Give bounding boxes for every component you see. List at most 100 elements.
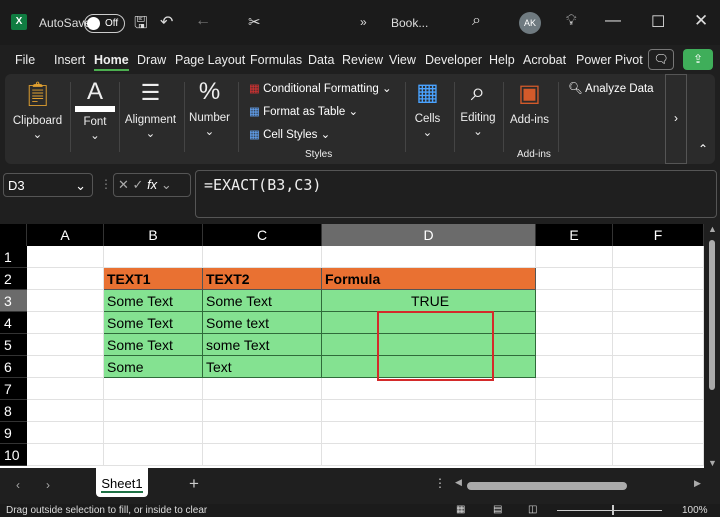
cell-B2[interactable]: TEXT1	[104, 268, 203, 290]
cell-C3[interactable]: Some Text	[203, 290, 322, 312]
number-group[interactable]: % Number ⌄	[187, 78, 232, 138]
page-break-view-icon[interactable]: ◫	[528, 504, 537, 515]
menu-page-layout[interactable]: Page Layout	[175, 53, 245, 67]
menu-insert[interactable]: Insert	[54, 53, 85, 67]
more-commands-icon[interactable]: »	[360, 15, 367, 29]
close-icon[interactable]: ✕	[694, 11, 708, 31]
cell-F9[interactable]	[613, 422, 704, 444]
cell-A2[interactable]	[27, 268, 104, 290]
insert-function-button[interactable]: fx	[147, 177, 157, 192]
menu-file[interactable]: File	[15, 53, 35, 67]
menu-power-pivot[interactable]: Power Pivot	[576, 53, 643, 67]
cell-F7[interactable]	[613, 378, 704, 400]
cell-F8[interactable]	[613, 400, 704, 422]
cell-E3[interactable]	[536, 290, 613, 312]
cell-A6[interactable]	[27, 356, 104, 378]
next-sheet-icon[interactable]: ›	[46, 478, 50, 492]
cell-D2[interactable]: Formula	[322, 268, 536, 290]
menu-draw[interactable]: Draw	[137, 53, 166, 67]
column-header-D[interactable]: D	[322, 224, 536, 246]
cell-F3[interactable]	[613, 290, 704, 312]
menu-data[interactable]: Data	[308, 53, 334, 67]
redo-icon[interactable]: ←	[195, 12, 211, 30]
row-header-3[interactable]: 3	[0, 290, 27, 312]
cell-B3[interactable]: Some Text	[104, 290, 203, 312]
cell-styles-button[interactable]: ▦ Cell Styles ⌄	[249, 127, 330, 141]
cell-C9[interactable]	[203, 422, 322, 444]
cell-D10[interactable]	[322, 444, 536, 466]
menu-view[interactable]: View	[389, 53, 416, 67]
cell-A5[interactable]	[27, 334, 104, 356]
cell-C2[interactable]: TEXT2	[203, 268, 322, 290]
cell-A3[interactable]	[27, 290, 104, 312]
alignment-group[interactable]: ☰ Alignment ⌄	[123, 80, 178, 140]
menu-formulas[interactable]: Formulas	[250, 53, 302, 67]
menu-help[interactable]: Help	[489, 53, 515, 67]
save-icon[interactable]: 🖫	[134, 12, 148, 39]
row-header-9[interactable]: 9	[0, 422, 27, 444]
share-button[interactable]: ⇪	[683, 49, 713, 70]
cell-F5[interactable]	[613, 334, 704, 356]
zoom-slider[interactable]	[557, 505, 662, 515]
cell-D7[interactable]	[322, 378, 536, 400]
menu-acrobat[interactable]: Acrobat	[523, 53, 566, 67]
cell-E8[interactable]	[536, 400, 613, 422]
column-header-A[interactable]: A	[27, 224, 104, 246]
cell-B8[interactable]	[104, 400, 203, 422]
more-options-icon[interactable]: ⋮	[434, 476, 446, 490]
column-header-E[interactable]: E	[536, 224, 613, 246]
column-header-B[interactable]: B	[104, 224, 203, 246]
avatar[interactable]: AK	[519, 12, 541, 34]
search-icon[interactable]: ⌕	[472, 12, 481, 30]
enter-icon[interactable]: ✓	[133, 177, 144, 192]
menu-review[interactable]: Review	[342, 53, 383, 67]
cell-B9[interactable]	[104, 422, 203, 444]
cell-E5[interactable]	[536, 334, 613, 356]
font-group[interactable]: A Font ⌄	[75, 78, 115, 142]
lightbulb-icon[interactable]: 💡︎	[566, 12, 577, 29]
ribbon-scroll-right[interactable]: ›	[665, 74, 687, 164]
select-all[interactable]	[0, 224, 27, 246]
format-as-table-button[interactable]: ▦ Format as Table ⌄	[249, 104, 358, 118]
cell-E9[interactable]	[536, 422, 613, 444]
cell-C8[interactable]	[203, 400, 322, 422]
addins-button[interactable]: ▣ Add-ins	[507, 79, 552, 126]
cells-group[interactable]: ▦ Cells ⌄	[410, 78, 445, 139]
menu-developer[interactable]: Developer	[425, 53, 482, 67]
cell-F1[interactable]	[613, 246, 704, 268]
zoom-level[interactable]: 100%	[682, 505, 708, 516]
editing-group[interactable]: ⌕ Editing ⌄	[457, 76, 499, 138]
cell-C6[interactable]: Text	[203, 356, 322, 378]
cell-A8[interactable]	[27, 400, 104, 422]
cell-C7[interactable]	[203, 378, 322, 400]
cell-E2[interactable]	[536, 268, 613, 290]
menu-home[interactable]: Home	[94, 53, 129, 71]
page-layout-view-icon[interactable]: ▤	[493, 504, 502, 515]
comments-button[interactable]: 🗨︎	[648, 49, 674, 70]
row-header-5[interactable]: 5	[0, 334, 27, 356]
drag-handle-icon[interactable]: ⋮	[100, 177, 112, 191]
cell-B6[interactable]: Some	[104, 356, 203, 378]
cell-A10[interactable]	[27, 444, 104, 466]
cell-C5[interactable]: some Text	[203, 334, 322, 356]
cell-B1[interactable]	[104, 246, 203, 268]
minimize-icon[interactable]: —	[605, 12, 621, 30]
row-header-1[interactable]: 1	[0, 246, 27, 268]
clipboard-group[interactable]: 📋︎ Clipboard ⌄	[10, 80, 65, 141]
cell-D9[interactable]	[322, 422, 536, 444]
file-name[interactable]: Book...	[391, 16, 428, 30]
cell-E6[interactable]	[536, 356, 613, 378]
cell-B10[interactable]	[104, 444, 203, 466]
maximize-icon[interactable]: ☐	[651, 12, 665, 32]
cancel-icon[interactable]: ✕	[118, 177, 129, 192]
cell-A9[interactable]	[27, 422, 104, 444]
cell-E1[interactable]	[536, 246, 613, 268]
formula-input[interactable]: =EXACT(B3,C3)	[195, 170, 717, 218]
cell-B7[interactable]	[104, 378, 203, 400]
column-header-C[interactable]: C	[203, 224, 322, 246]
autosave-toggle[interactable]: Off	[84, 14, 125, 33]
cell-E10[interactable]	[536, 444, 613, 466]
cell-F10[interactable]	[613, 444, 704, 466]
cell-F2[interactable]	[613, 268, 704, 290]
row-header-6[interactable]: 6	[0, 356, 27, 378]
